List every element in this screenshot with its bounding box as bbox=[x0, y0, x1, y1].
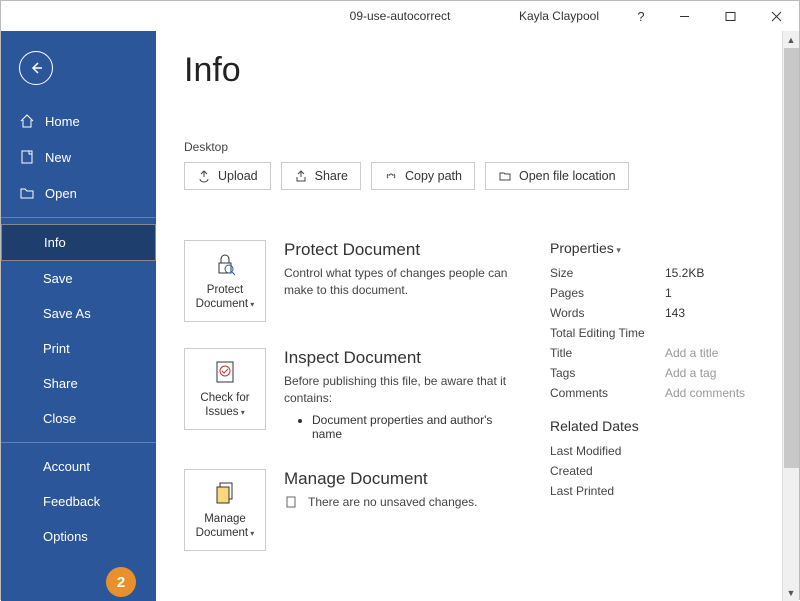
prop-label: Tags bbox=[550, 366, 665, 380]
prop-value[interactable]: Add a tag bbox=[665, 366, 716, 380]
properties-panel: Properties Size15.2KB Pages1 Words143 To… bbox=[550, 240, 762, 577]
link-icon bbox=[384, 169, 398, 183]
share-button[interactable]: Share bbox=[281, 162, 361, 190]
action-label: Share bbox=[315, 169, 348, 183]
action-label: Upload bbox=[218, 169, 258, 183]
folder-icon bbox=[498, 169, 512, 183]
inspect-section: Check for Issues Inspect Document Before… bbox=[184, 348, 524, 443]
protect-desc: Control what types of changes people can… bbox=[284, 265, 524, 299]
nav-separator bbox=[1, 217, 156, 218]
prop-value[interactable]: Add a title bbox=[665, 346, 718, 360]
home-icon bbox=[19, 113, 35, 129]
nav-account[interactable]: Account bbox=[1, 449, 156, 484]
button-label: Check for Issues bbox=[185, 392, 265, 420]
vertical-scrollbar[interactable]: ▲ ▼ bbox=[782, 31, 799, 601]
back-button[interactable] bbox=[19, 51, 53, 85]
nav-label: Save As bbox=[43, 306, 91, 321]
check-issues-button[interactable]: Check for Issues bbox=[184, 348, 266, 430]
action-label: Copy path bbox=[405, 169, 462, 183]
nav-label: Open bbox=[45, 186, 77, 201]
nav-save-as[interactable]: Save As bbox=[1, 296, 156, 331]
nav-label: Options bbox=[43, 529, 88, 544]
action-row: Upload Share Copy path Open file locatio… bbox=[184, 162, 762, 190]
copy-path-button[interactable]: Copy path bbox=[371, 162, 475, 190]
minimize-button[interactable] bbox=[661, 1, 707, 31]
nav-label: Account bbox=[43, 459, 90, 474]
user-name[interactable]: Kayla Claypool bbox=[519, 9, 599, 23]
manage-document-button[interactable]: Manage Document bbox=[184, 469, 266, 551]
nav-label: Close bbox=[43, 411, 76, 426]
prop-label: Total Editing Time bbox=[550, 326, 665, 340]
prop-label: Title bbox=[550, 346, 665, 360]
new-icon bbox=[19, 149, 35, 165]
prop-label: Last Printed bbox=[550, 484, 665, 498]
open-icon bbox=[19, 185, 35, 201]
nav-share[interactable]: Share bbox=[1, 366, 156, 401]
prop-value[interactable]: Add comments bbox=[665, 386, 745, 400]
protect-document-button[interactable]: Protect Document bbox=[184, 240, 266, 322]
prop-label: Created bbox=[550, 464, 665, 478]
prop-value: 143 bbox=[665, 306, 685, 320]
file-location: Desktop bbox=[184, 140, 762, 154]
scroll-up-button[interactable]: ▲ bbox=[783, 31, 799, 48]
prop-value: 1 bbox=[665, 286, 672, 300]
document-title: 09-use-autocorrect bbox=[350, 9, 451, 23]
nav-close[interactable]: Close bbox=[1, 401, 156, 436]
nav-label: Save bbox=[43, 271, 73, 286]
close-button[interactable] bbox=[753, 1, 799, 31]
upload-button[interactable]: Upload bbox=[184, 162, 271, 190]
check-icon bbox=[212, 358, 238, 386]
inspect-item: Document properties and author's name bbox=[312, 413, 524, 441]
nav-label: New bbox=[45, 150, 71, 165]
prop-value: 15.2KB bbox=[665, 266, 704, 280]
protect-section: Protect Document Protect Document Contro… bbox=[184, 240, 524, 322]
nav-print[interactable]: Print bbox=[1, 331, 156, 366]
nav-save[interactable]: Save bbox=[1, 261, 156, 296]
nav-label: Info bbox=[44, 235, 66, 250]
prop-label: Words bbox=[550, 306, 665, 320]
prop-label: Comments bbox=[550, 386, 665, 400]
inspect-heading: Inspect Document bbox=[284, 348, 524, 368]
properties-heading[interactable]: Properties bbox=[550, 240, 762, 256]
title-bar: 09-use-autocorrect Kayla Claypool ? bbox=[1, 1, 799, 31]
related-dates-heading: Related Dates bbox=[550, 418, 762, 434]
help-button[interactable]: ? bbox=[621, 1, 661, 31]
nav-open[interactable]: Open bbox=[1, 175, 156, 211]
nav-label: Feedback bbox=[43, 494, 100, 509]
action-label: Open file location bbox=[519, 169, 616, 183]
open-location-button[interactable]: Open file location bbox=[485, 162, 629, 190]
page-title: Info bbox=[184, 51, 762, 90]
nav-new[interactable]: New bbox=[1, 139, 156, 175]
scroll-down-button[interactable]: ▼ bbox=[783, 584, 799, 601]
manage-desc: There are no unsaved changes. bbox=[308, 495, 477, 509]
prop-label: Size bbox=[550, 266, 665, 280]
maximize-button[interactable] bbox=[707, 1, 753, 31]
manage-heading: Manage Document bbox=[284, 469, 477, 489]
protect-heading: Protect Document bbox=[284, 240, 524, 260]
button-label: Protect Document bbox=[185, 284, 265, 312]
nav-label: Share bbox=[43, 376, 78, 391]
nav-options[interactable]: Options bbox=[1, 519, 156, 554]
document-icon bbox=[212, 479, 238, 507]
upload-icon bbox=[197, 169, 211, 183]
prop-label: Pages bbox=[550, 286, 665, 300]
manage-section: Manage Document Manage Document There ar… bbox=[184, 469, 524, 551]
back-arrow-icon bbox=[28, 60, 44, 76]
prop-label: Last Modified bbox=[550, 444, 665, 458]
nav-separator bbox=[1, 442, 156, 443]
doc-small-icon bbox=[284, 495, 298, 509]
nav-label: Home bbox=[45, 114, 80, 129]
nav-info[interactable]: Info bbox=[1, 224, 156, 261]
share-icon bbox=[294, 169, 308, 183]
inspect-desc: Before publishing this file, be aware th… bbox=[284, 373, 524, 407]
lock-icon bbox=[212, 250, 238, 278]
content-area: Info Desktop Upload Share Copy path Open bbox=[156, 31, 799, 601]
scroll-thumb[interactable] bbox=[784, 48, 799, 468]
button-label: Manage Document bbox=[185, 513, 265, 541]
nav-label: Print bbox=[43, 341, 70, 356]
nav-home[interactable]: Home bbox=[1, 103, 156, 139]
nav-feedback[interactable]: Feedback bbox=[1, 484, 156, 519]
callout-badge: 2 bbox=[106, 567, 136, 597]
backstage-sidebar: Home New Open Info Save Save As Print Sh… bbox=[1, 31, 156, 601]
